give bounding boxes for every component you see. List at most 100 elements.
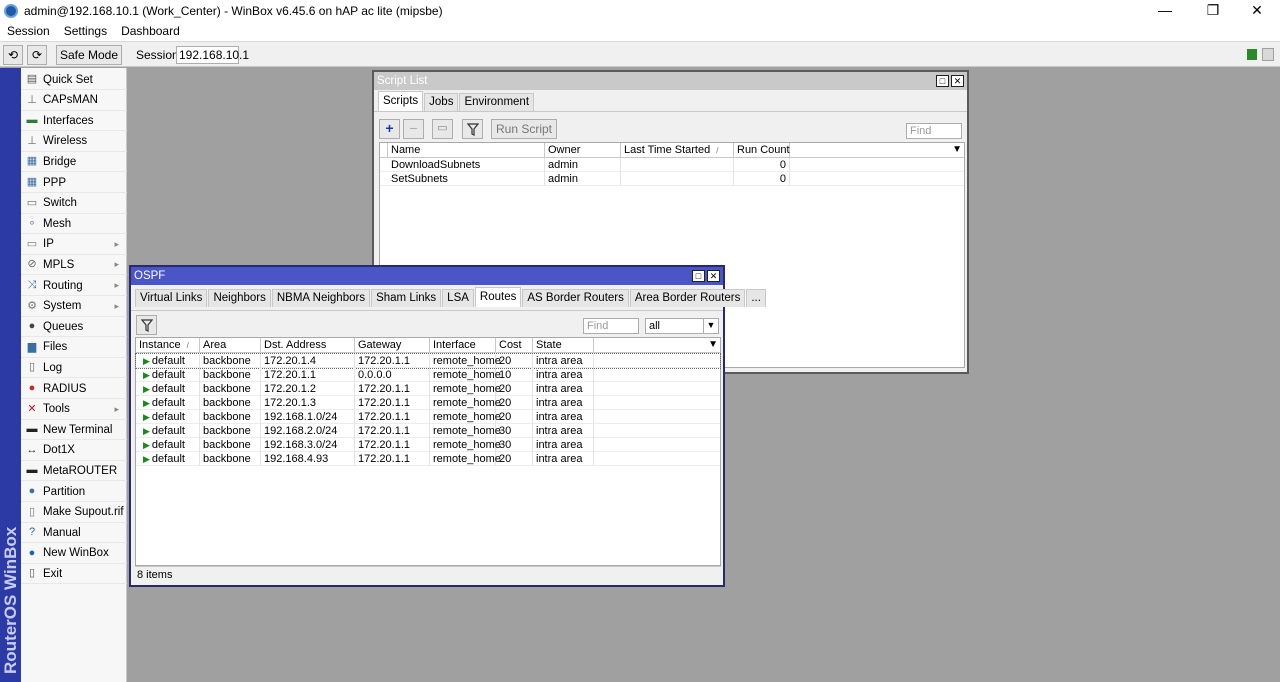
script-list-maximize-button[interactable]: □ [936, 75, 949, 87]
route-cost: 20 [496, 452, 533, 466]
ospf-titlebar[interactable]: OSPF [131, 267, 723, 285]
columns-dropdown-icon[interactable]: ▼ [708, 339, 718, 350]
sidebar-item-new-terminal[interactable]: ▬ New Terminal [21, 420, 127, 441]
tab-virtual-links[interactable]: Virtual Links [135, 289, 208, 307]
safe-mode-button[interactable]: Safe Mode [56, 45, 122, 65]
col-state[interactable]: State [533, 338, 594, 353]
filter-icon[interactable] [462, 119, 483, 139]
columns-dropdown-icon[interactable]: ▼ [952, 144, 962, 155]
sidebar-item-log[interactable]: ▯ Log [21, 358, 127, 379]
minimize-button[interactable]: — [1142, 0, 1188, 21]
col-dst-address[interactable]: Dst. Address [261, 338, 355, 353]
wireless-icon: ⊥ [27, 134, 37, 147]
tab-sham-links[interactable]: Sham Links [371, 289, 442, 307]
sidebar-item-quick-set[interactable]: ▤ Quick Set [21, 70, 127, 90]
sidebar-item-label: Mesh [43, 217, 72, 230]
table-row[interactable]: ▶ default backbone 172.20.1.1 0.0.0.0 remote_… [136, 368, 720, 382]
table-row[interactable]: ▶ default backbone 172.20.1.3 172.20.1.1 remo… [136, 396, 720, 410]
tab-lsa[interactable]: LSA [442, 289, 474, 307]
winbox-icon: ● [28, 546, 36, 559]
sidebar-item-wireless[interactable]: ⊥ Wireless [21, 132, 127, 152]
sidebar-item-ppp[interactable]: ▦ PPP [21, 173, 127, 193]
script-find-input[interactable]: Find [906, 123, 962, 139]
sidebar-item-mpls[interactable]: ⊘ MPLS ▸ [21, 255, 127, 276]
remove-icon[interactable]: − [403, 119, 424, 139]
tab-environment[interactable]: Environment [459, 93, 535, 111]
col-run-count[interactable]: Run Count [734, 143, 790, 158]
tab-as-border-routers[interactable]: AS Border Routers [522, 289, 629, 307]
sidebar-item-label: Files [43, 341, 68, 354]
table-row[interactable]: ▶ default backbone 192.168.3.0/24 172.20.1.1… [136, 438, 720, 452]
comment-icon[interactable]: ▭ [432, 119, 453, 139]
tab-scripts[interactable]: Scripts [378, 91, 424, 111]
sidebar-item-interfaces[interactable]: ▬ Interfaces [21, 111, 127, 132]
sidebar-item-make-supout-rif[interactable]: ▯ Make Supout.rif [21, 503, 127, 523]
ospf-filter-select[interactable]: all ▼ [645, 318, 719, 334]
sidebar-item-switch[interactable]: ▭ Switch [21, 194, 127, 214]
table-row[interactable]: ▶ default backbone 172.20.1.2 172.20.1.1 remo… [136, 382, 720, 396]
redo-button[interactable]: ⟳ [27, 45, 47, 65]
window-title: admin@192.168.10.1 (Work_Center) - WinBo… [24, 3, 443, 18]
col-cost[interactable]: Cost [496, 338, 533, 353]
tab-more[interactable]: ... [746, 289, 766, 307]
tab-jobs[interactable]: Jobs [424, 93, 459, 111]
table-row[interactable]: ▶ default backbone 192.168.2.0/24 172.20.1.1… [136, 424, 720, 438]
maximize-button[interactable]: ❐ [1190, 0, 1236, 21]
sidebar-item-bridge[interactable]: ▦ Bridge [21, 152, 127, 173]
ospf-maximize-button[interactable]: □ [692, 270, 705, 282]
col-name[interactable]: Name [388, 143, 545, 158]
tab-routes[interactable]: Routes [474, 287, 522, 307]
hide-passwords-icon[interactable] [1262, 48, 1274, 61]
sidebar-item-partition[interactable]: ● Partition [21, 482, 127, 502]
col-interface[interactable]: Interface [430, 338, 496, 353]
sidebar-item-new-winbox[interactable]: ● New WinBox [21, 544, 127, 564]
sidebar-item-routing[interactable]: ⤨ Routing ▸ [21, 276, 127, 296]
col-last-started[interactable]: Last Time Started / [621, 143, 734, 158]
table-row[interactable]: ▶ default backbone 172.20.1.4 172.20.1.1 remo… [135, 353, 721, 369]
undo-button[interactable]: ⟲ [3, 45, 23, 65]
menu-settings[interactable]: Settings [57, 24, 114, 38]
sidebar-item-files[interactable]: ▆ Files [21, 338, 127, 358]
script-list-titlebar[interactable]: Script List [374, 72, 967, 90]
table-row[interactable]: ▶ default backbone 192.168.4.93 172.20.1.1 re… [136, 452, 720, 466]
route-cost: 30 [496, 438, 533, 452]
table-row[interactable]: DownloadSubnets admin 0 [380, 158, 964, 172]
tab-area-border-routers[interactable]: Area Border Routers [629, 289, 746, 307]
col-owner[interactable]: Owner [545, 143, 621, 158]
close-button[interactable]: ✕ [1234, 0, 1280, 21]
sidebar-item-capsman[interactable]: ⊥ CAPsMAN [21, 91, 127, 111]
menu-session[interactable]: Session [0, 24, 57, 38]
sidebar-item-ip[interactable]: ▭ IP ▸ [21, 235, 127, 255]
route-active-flag-icon: ▶ [143, 384, 150, 394]
col-instance[interactable]: Instance / [136, 338, 200, 353]
ospf-find-input[interactable]: Find [583, 318, 639, 334]
sidebar-item-exit[interactable]: ▯ Exit [21, 564, 127, 585]
menu-dashboard[interactable]: Dashboard [114, 24, 187, 38]
sidebar-item-tools[interactable]: ✕ Tools ▸ [21, 400, 127, 420]
tab-nbma-neighbors[interactable]: NBMA Neighbors [271, 289, 371, 307]
script-list-close-button[interactable]: ✕ [951, 75, 964, 87]
table-row[interactable]: ▶ default backbone 192.168.1.0/24 172.20.1.1… [136, 410, 720, 424]
table-row[interactable]: SetSubnets admin 0 [380, 172, 964, 186]
col-gateway[interactable]: Gateway [355, 338, 430, 353]
sidebar-item-manual[interactable]: ? Manual [21, 523, 127, 544]
run-script-button[interactable]: Run Script [491, 119, 557, 139]
add-icon[interactable]: + [379, 119, 400, 139]
route-active-flag-icon: ▶ [143, 370, 150, 380]
session-field[interactable]: 192.168.10.1 [176, 46, 249, 64]
sidebar-item-system[interactable]: ⚙ System ▸ [21, 297, 127, 317]
col-area[interactable]: Area [200, 338, 261, 353]
sidebar-item-metarouter[interactable]: ▬ MetaROUTER [21, 461, 127, 482]
route-area: backbone [200, 382, 261, 396]
ospf-filter-icon[interactable] [136, 315, 157, 335]
route-instance: ▶ default [136, 410, 200, 424]
quick-set-icon: ▤ [26, 73, 38, 85]
sidebar-item-mesh[interactable]: ∘ Mesh [21, 214, 127, 235]
route-cost: 10 [496, 368, 533, 382]
sidebar-item-queues[interactable]: ● Queues [21, 317, 127, 338]
sidebar-item-dot1x[interactable]: ↔ Dot1X [21, 441, 127, 461]
sidebar-item-radius[interactable]: ● RADIUS [21, 379, 127, 399]
tab-neighbors[interactable]: Neighbors [208, 289, 271, 307]
filter-dropdown-icon[interactable]: ▼ [703, 318, 718, 334]
ospf-close-button[interactable]: ✕ [707, 270, 720, 282]
